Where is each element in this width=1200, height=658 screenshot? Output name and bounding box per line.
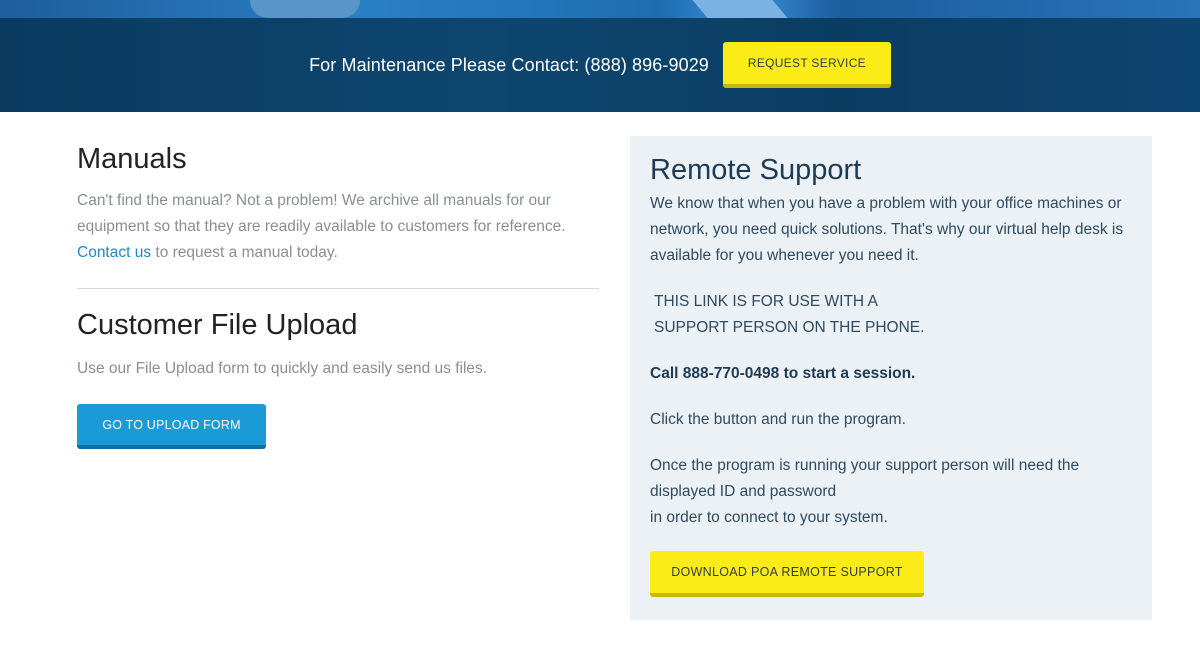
remote-support-note-line2: SUPPORT PERSON ON THE PHONE. <box>654 319 925 336</box>
remote-support-instructions: Once the program is running your support… <box>650 453 1132 531</box>
maintenance-contact-text: For Maintenance Please Contact: (888) 89… <box>309 54 709 75</box>
manuals-text: Can't find the manual? Not a problem! We… <box>77 188 599 266</box>
remote-support-heading: Remote Support <box>650 154 862 186</box>
remote-support-call-text: Call 888-770-0498 to start a session. <box>650 365 916 382</box>
manuals-text-body: Can't find the manual? Not a problem! We… <box>77 192 566 235</box>
hero-decor-shape <box>250 0 360 18</box>
download-remote-support-button[interactable]: DOWNLOAD POA REMOTE SUPPORT <box>650 551 924 597</box>
hero-decor-shape <box>692 0 788 18</box>
remote-support-instructions-line2: in order to connect to your system. <box>650 509 888 526</box>
file-upload-text: Use our File Upload form to quickly and … <box>77 360 488 377</box>
manuals-heading: Manuals <box>77 143 187 175</box>
section-divider <box>77 288 599 289</box>
go-to-upload-form-button[interactable]: GO TO UPLOAD FORM <box>77 404 266 449</box>
contact-us-link[interactable]: Contact us <box>77 244 151 261</box>
remote-support-click-text: Click the button and run the program. <box>650 411 906 428</box>
remote-support-panel: Remote Support We know that when you hav… <box>630 136 1152 620</box>
hero-image-strip <box>0 0 1200 18</box>
manuals-text-tail: to request a manual today. <box>151 244 338 261</box>
file-upload-heading: Customer File Upload <box>77 309 358 341</box>
left-column: Manuals Can't find the manual? Not a pro… <box>77 140 599 449</box>
remote-support-note: THIS LINK IS FOR USE WITH A SUPPORT PERS… <box>650 289 1132 341</box>
request-service-button[interactable]: REQUEST SERVICE <box>722 42 891 88</box>
remote-support-intro: We know that when you have a problem wit… <box>650 195 1124 264</box>
remote-support-note-line1: THIS LINK IS FOR USE WITH A <box>654 293 878 310</box>
maintenance-banner: For Maintenance Please Contact: (888) 89… <box>0 18 1200 112</box>
remote-support-instructions-line1: Once the program is running your support… <box>650 457 1080 500</box>
